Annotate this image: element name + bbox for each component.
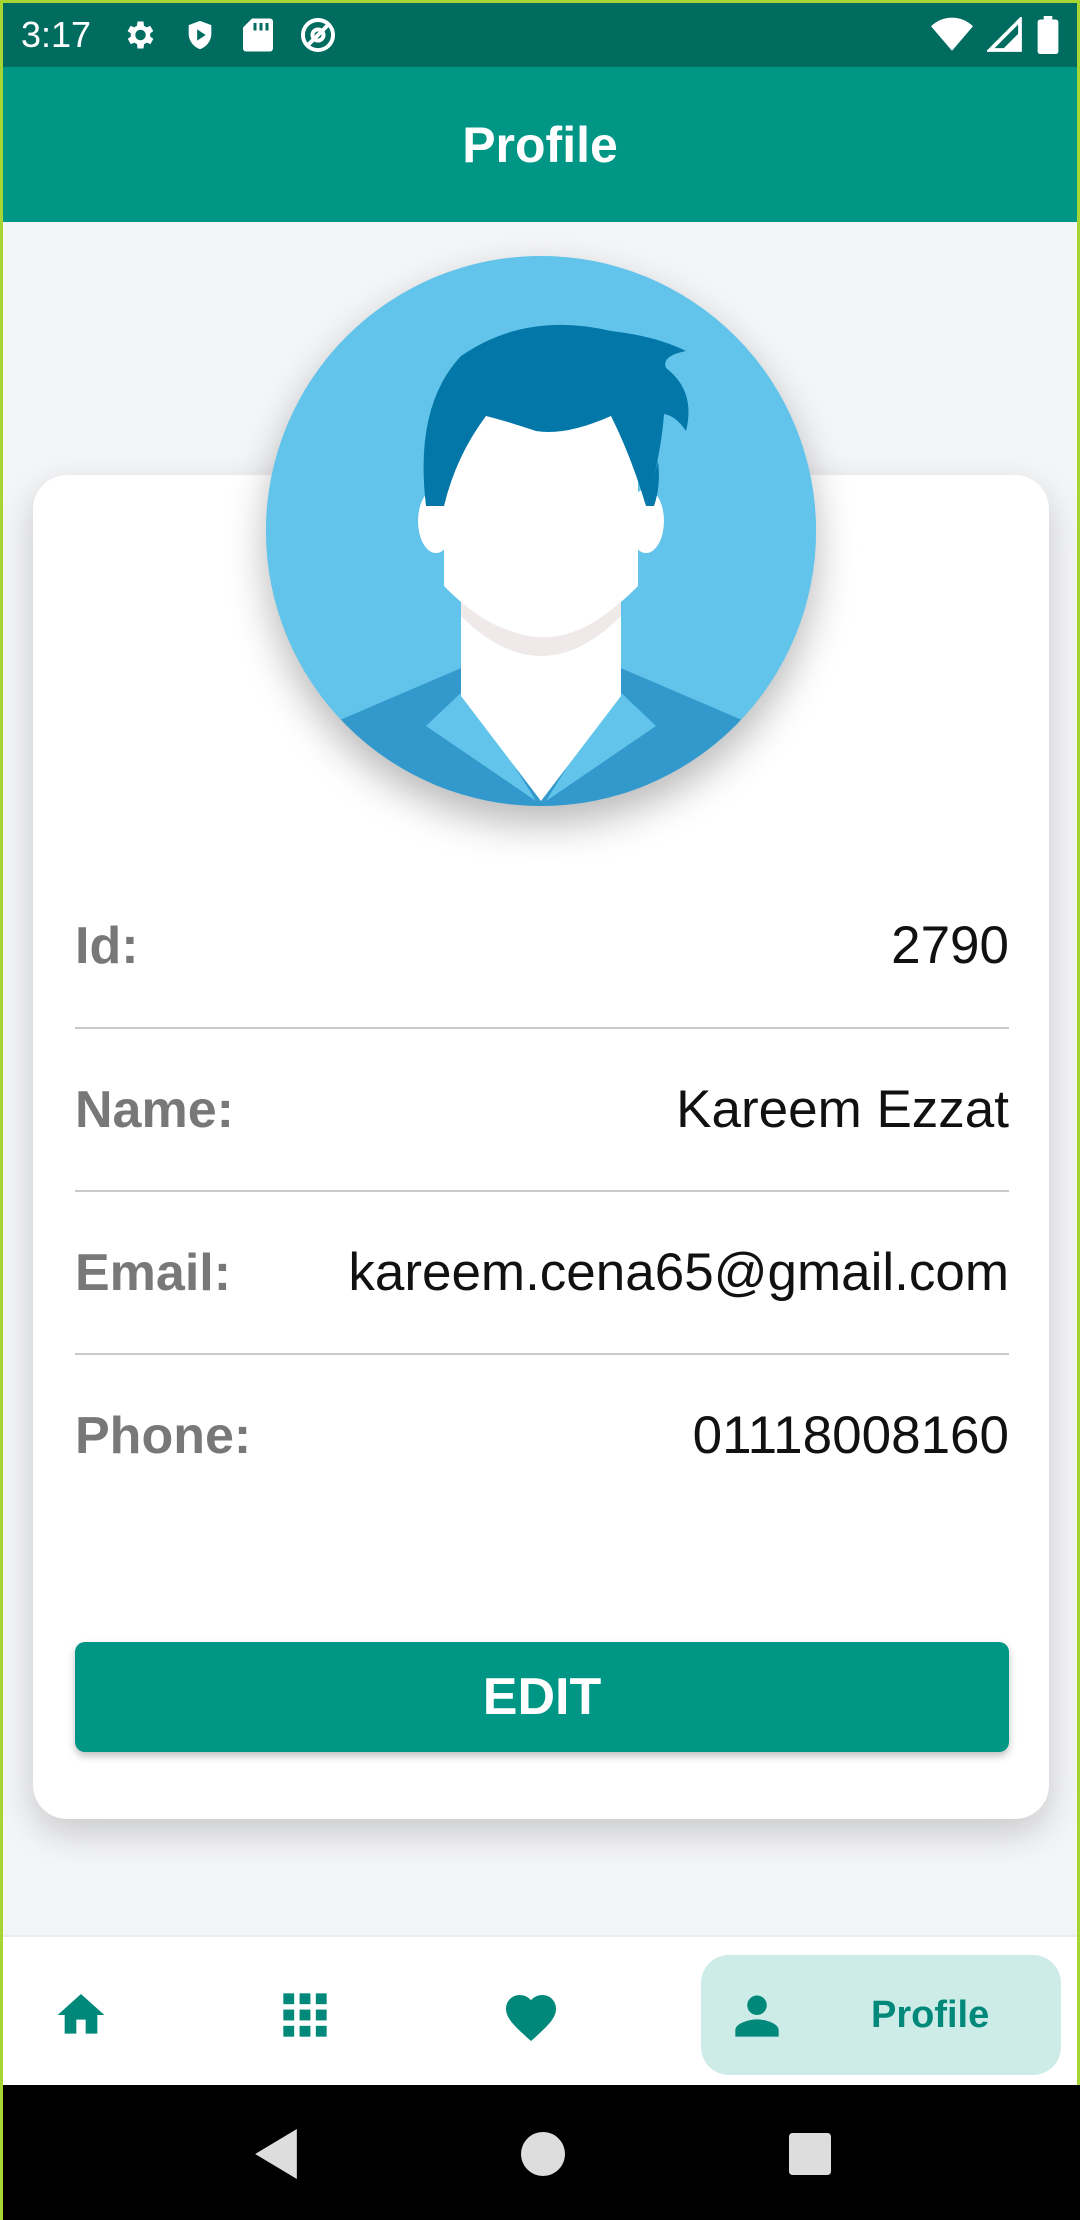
person-icon xyxy=(735,1995,779,2037)
phone-value: 01118008160 xyxy=(692,1406,1009,1465)
shield-play-icon xyxy=(183,17,217,53)
back-button[interactable] xyxy=(236,2114,316,2194)
status-notification-icons xyxy=(121,16,337,54)
status-time: 3:17 xyxy=(21,14,92,55)
status-system-icons xyxy=(931,16,1059,54)
home-icon xyxy=(57,1994,105,2034)
recents-square-icon xyxy=(788,2133,831,2175)
avatar xyxy=(266,256,816,806)
status-bar: 3:17 xyxy=(3,3,1077,67)
name-label: Name: xyxy=(75,1080,234,1139)
profile-row-name: Name: Kareem Ezzat xyxy=(75,1028,1009,1191)
profile-row-email: Email: kareem.cena65@gmail.com xyxy=(75,1191,1009,1354)
nav-item-grid[interactable] xyxy=(255,1955,355,2075)
edit-button[interactable]: EDIT xyxy=(75,1642,1009,1752)
email-label: Email: xyxy=(75,1243,232,1302)
name-value: Kareem Ezzat xyxy=(676,1080,1009,1139)
battery-icon xyxy=(1037,16,1059,54)
id-label: Id: xyxy=(75,916,139,975)
home-button[interactable] xyxy=(503,2114,583,2194)
sd-card-icon xyxy=(243,17,274,53)
grid-icon xyxy=(283,1993,327,2037)
heart-icon xyxy=(506,1995,556,2041)
nav-item-profile[interactable]: Profile xyxy=(701,1955,1061,2075)
back-triangle-icon xyxy=(255,2129,298,2179)
email-value: kareem.cena65@gmail.com xyxy=(348,1243,1009,1302)
recents-button[interactable] xyxy=(770,2114,850,2194)
cell-signal-icon xyxy=(987,17,1023,53)
nav-profile-label: Profile xyxy=(871,1993,990,2036)
profile-row-id: Id: 2790 xyxy=(75,864,1009,1027)
system-navigation-bar xyxy=(3,2085,1080,2220)
settings-icon xyxy=(121,17,157,53)
nav-item-favorites[interactable] xyxy=(481,1955,581,2075)
home-circle-icon xyxy=(520,2132,565,2176)
id-value: 2790 xyxy=(891,916,1009,975)
default-male-avatar-icon xyxy=(266,256,816,806)
bottom-navigation: Profile xyxy=(3,1935,1077,2085)
nav-item-home[interactable] xyxy=(31,1955,131,2075)
page-title: Profile xyxy=(462,116,618,173)
app-bar: Profile xyxy=(3,67,1077,222)
at-sign-icon xyxy=(299,16,337,54)
phone-label: Phone: xyxy=(75,1406,252,1465)
profile-row-phone: Phone: 01118008160 xyxy=(75,1354,1009,1517)
wifi-icon xyxy=(931,17,973,53)
